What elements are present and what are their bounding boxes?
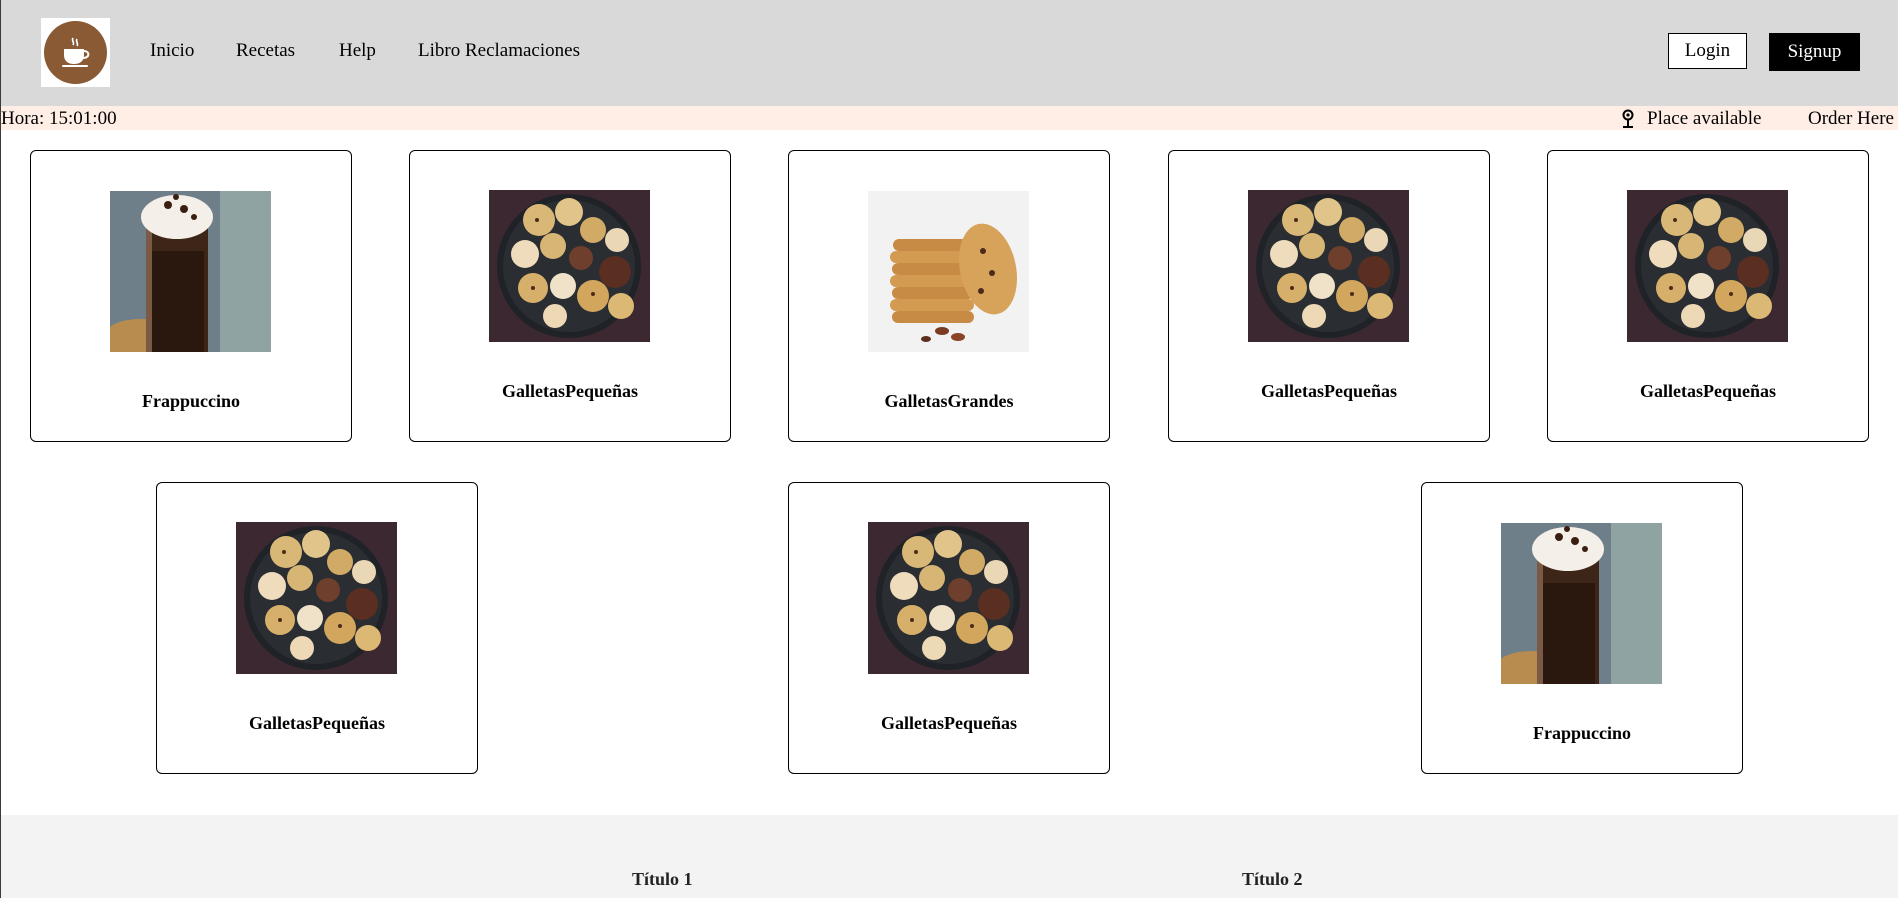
product-name: Frappuccino bbox=[141, 391, 240, 411]
footer-title-2: Título 2 bbox=[1242, 869, 1303, 889]
nav-inicio[interactable]: Inicio bbox=[150, 40, 194, 62]
product-image-frappuccino bbox=[110, 191, 271, 352]
footer: Título 1 Título 2 bbox=[0, 815, 1898, 898]
product-name: GalletasGrandes bbox=[884, 391, 1014, 411]
product-image-small-cookies bbox=[1627, 190, 1788, 342]
product-card[interactable]: GalletasPequeñas bbox=[1168, 150, 1490, 442]
product-image-small-cookies bbox=[489, 190, 650, 342]
product-card[interactable]: GalletasPequeñas bbox=[409, 150, 731, 442]
nav-recetas[interactable]: Recetas bbox=[236, 40, 295, 62]
nav-libro-reclamaciones[interactable]: Libro Reclamaciones bbox=[418, 40, 580, 62]
product-image-large-cookies bbox=[868, 191, 1029, 352]
signup-button[interactable]: Signup bbox=[1769, 33, 1860, 71]
product-name: GalletasPequeñas bbox=[880, 713, 1017, 733]
location-pin-icon bbox=[1621, 109, 1635, 135]
product-name: Frappuccino bbox=[1532, 723, 1631, 743]
info-bar: Hora: 15:01:00 Place available Order Her… bbox=[0, 106, 1898, 130]
product-name: GalletasPequeñas bbox=[248, 713, 385, 733]
place-available-link[interactable]: Place available bbox=[1647, 108, 1761, 130]
window-edge bbox=[0, 0, 1, 898]
coffee-cup-icon bbox=[44, 21, 107, 84]
product-name: GalletasPequeñas bbox=[501, 381, 638, 401]
product-image-frappuccino bbox=[1501, 523, 1662, 684]
product-image-small-cookies bbox=[868, 522, 1029, 674]
product-name: GalletasPequeñas bbox=[1639, 381, 1776, 401]
login-button[interactable]: Login bbox=[1668, 33, 1747, 69]
footer-title-1: Título 1 bbox=[632, 869, 693, 889]
product-card[interactable]: GalletasPequeñas bbox=[156, 482, 478, 774]
product-name: GalletasPequeñas bbox=[1260, 381, 1397, 401]
product-card[interactable]: GalletasPequeñas bbox=[788, 482, 1110, 774]
product-card[interactable]: GalletasPequeñas bbox=[1547, 150, 1869, 442]
product-image-small-cookies bbox=[236, 522, 397, 674]
current-time: Hora: 15:01:00 bbox=[1, 108, 117, 129]
product-image-small-cookies bbox=[1248, 190, 1409, 342]
nav-help[interactable]: Help bbox=[339, 40, 376, 62]
logo[interactable] bbox=[41, 18, 110, 87]
top-navbar: Inicio Recetas Help Libro Reclamaciones … bbox=[0, 0, 1898, 106]
product-card[interactable]: Frappuccino bbox=[1421, 482, 1743, 774]
product-card[interactable]: Frappuccino bbox=[30, 150, 352, 442]
order-here-link[interactable]: Order Here bbox=[1808, 108, 1894, 130]
product-card[interactable]: GalletasGrandes bbox=[788, 150, 1110, 442]
